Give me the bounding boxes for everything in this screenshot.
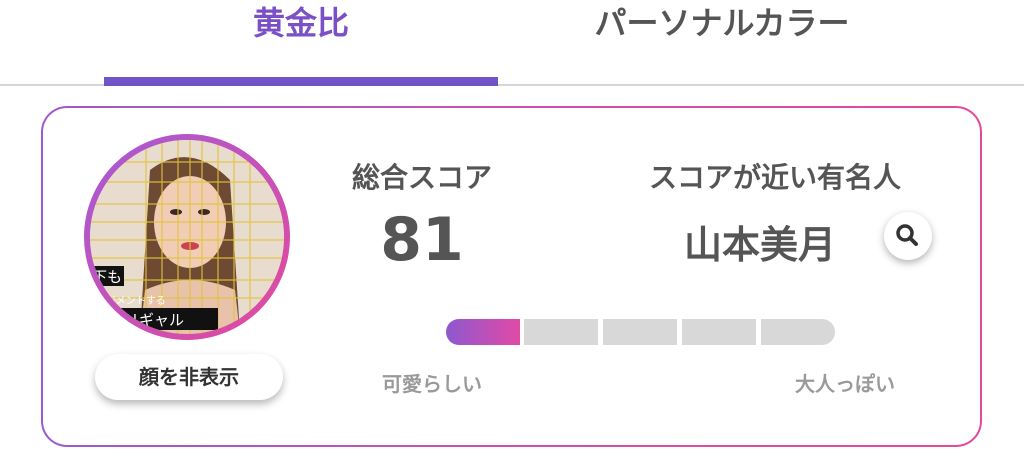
scale-right-label: 大人っぽい (795, 372, 895, 396)
face-photo: 下も ージメントする キャリギャル (84, 134, 290, 340)
tab-bar: 黄金比 パーソナルカラー (0, 0, 1024, 86)
search-button[interactable] (884, 212, 932, 260)
similar-celebrity-label: スコアが近い有名人 (648, 161, 901, 194)
scale-segment-5 (761, 319, 835, 345)
hide-face-button[interactable]: 顔を非表示 (95, 354, 283, 400)
scale-segment-2 (524, 319, 598, 345)
active-tab-indicator (104, 77, 498, 86)
scale-left-label: 可愛らしい (382, 372, 482, 396)
total-score-value: 81 (380, 205, 464, 275)
total-score-label: 総合スコア (351, 161, 492, 194)
photo-caption-1: 下も (92, 268, 122, 286)
scale-segment-3 (603, 319, 677, 345)
search-icon (896, 224, 918, 246)
tab-golden-ratio[interactable]: 黄金比 (104, 0, 498, 86)
tab-personal-color[interactable]: パーソナルカラー (498, 0, 946, 86)
scale-segment-4 (682, 319, 756, 345)
similar-celebrity-name: 山本美月 (683, 223, 836, 267)
scale-segment-1-active (446, 319, 520, 345)
